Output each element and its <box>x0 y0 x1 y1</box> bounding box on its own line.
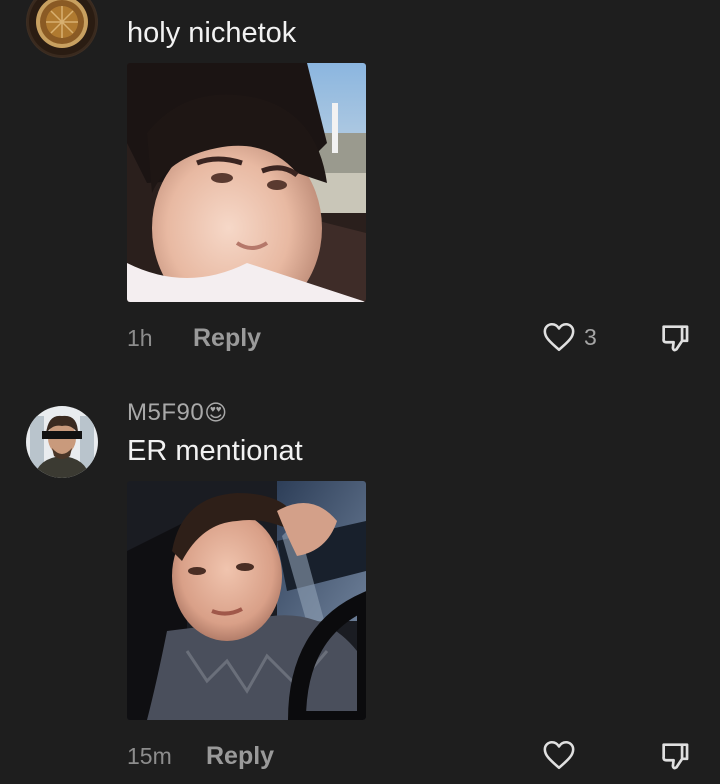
person-censored-eyes-avatar-icon <box>26 406 98 478</box>
dislike-button[interactable] <box>658 739 692 778</box>
timestamp: 15m <box>127 743 172 769</box>
thumbs-down-icon <box>662 325 689 352</box>
timestamp: 1h <box>127 325 153 351</box>
heart-icon <box>543 322 575 352</box>
dislike-button[interactable] <box>658 321 692 360</box>
selfie-in-car-image <box>127 63 366 302</box>
reply-button[interactable]: Reply <box>206 742 274 771</box>
comment-text: ER mentionat <box>127 435 303 467</box>
avatar[interactable] <box>26 0 98 58</box>
comment-image[interactable] <box>127 481 366 720</box>
comment-1: holy nichetok 1h Reply 3 <box>0 0 720 380</box>
username[interactable]: M5F90😍 <box>127 399 228 427</box>
like-button[interactable] <box>542 739 584 771</box>
tea-cup-avatar-icon <box>26 0 98 58</box>
comment-text: holy nichetok <box>127 17 297 49</box>
avatar[interactable] <box>26 406 98 478</box>
heart-eyes-emoji: 😍 <box>204 400 228 425</box>
like-button[interactable]: 3 <box>542 321 597 353</box>
selfie-driving-image <box>127 481 366 720</box>
username-text: M5F90 <box>127 399 205 426</box>
heart-icon <box>543 740 575 770</box>
comment-2: M5F90😍 ER mentionat 15m Reply <box>0 380 720 784</box>
reply-button[interactable]: Reply <box>193 324 261 353</box>
thumbs-down-icon <box>662 743 689 770</box>
comment-image[interactable] <box>127 63 366 302</box>
like-count: 3 <box>584 323 597 350</box>
